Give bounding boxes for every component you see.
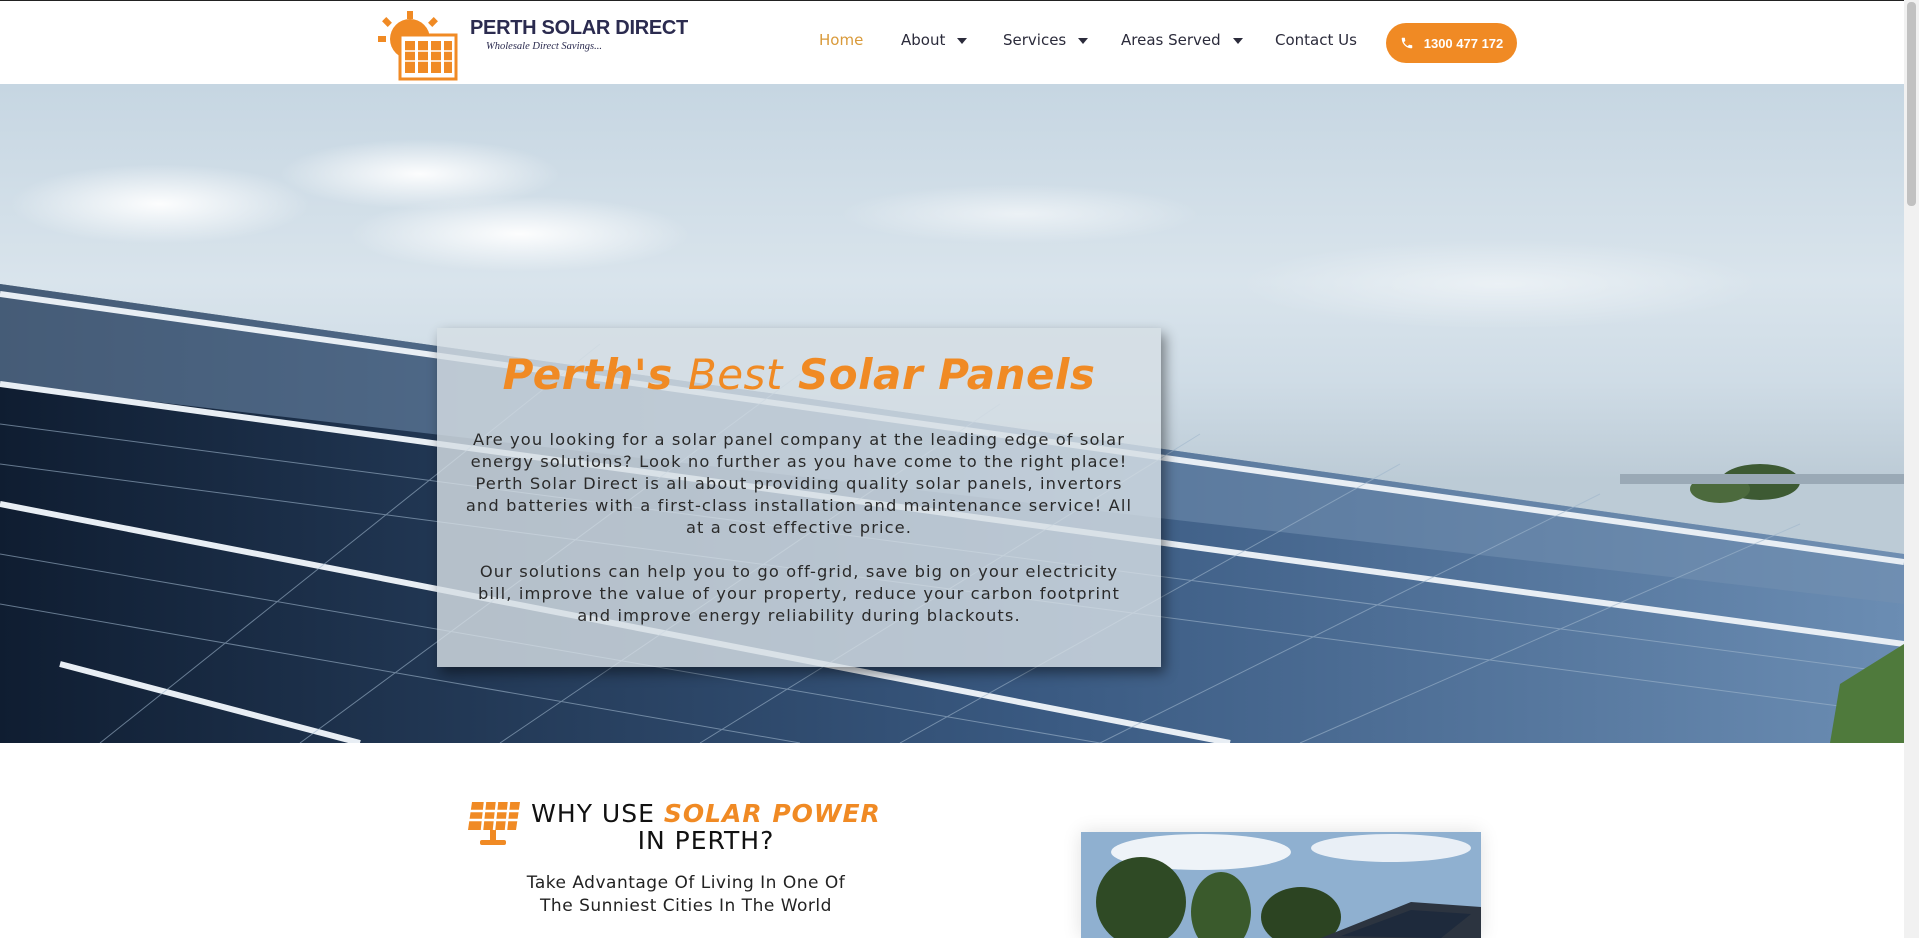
- hero-text-card: Perth's Best Solar Panels Are you lookin…: [437, 328, 1161, 667]
- phone-icon: [1401, 37, 1412, 49]
- nav-item-label: About: [901, 31, 946, 49]
- nav-item-contact-us[interactable]: Contact Us: [1275, 31, 1357, 49]
- why-title-post: IN PERTH?: [637, 826, 775, 855]
- hero-paragraph-1: Are you looking for a solar panel compan…: [465, 430, 1133, 537]
- site-header: PERTH SOLAR DIRECT Wholesale Direct Savi…: [0, 0, 1904, 84]
- main-nav: Home About Services Areas Served Contact…: [0, 1, 1904, 85]
- nav-item-areas-served[interactable]: Areas Served: [1121, 31, 1243, 49]
- why-subtitle: Take Advantage Of Living In One Of The S…: [466, 872, 906, 918]
- nav-item-home[interactable]: Home: [819, 31, 863, 49]
- nav-item-label: Services: [1003, 31, 1067, 49]
- house-solar-photo: [1081, 832, 1481, 938]
- hero-title-part2: Best: [687, 350, 783, 399]
- why-subtitle-line1: Take Advantage Of Living In One Of: [526, 873, 846, 893]
- why-solar-section: WHY USE SOLAR POWER IN PERTH? Take Advan…: [466, 800, 906, 918]
- chevron-down-icon: [957, 38, 968, 44]
- nav-item-label: Contact Us: [1275, 31, 1357, 49]
- nav-item-services[interactable]: Services: [1003, 31, 1089, 49]
- solar-panel-icon: [468, 801, 520, 845]
- nav-item-label: Areas Served: [1121, 31, 1221, 49]
- phone-call-button[interactable]: 1300 477 172: [1386, 23, 1517, 63]
- scrollbar-thumb[interactable]: [1907, 2, 1916, 206]
- hero-title-part1: Perth's: [502, 350, 673, 399]
- nav-item-label: Home: [819, 31, 864, 49]
- house-photo-image: [1081, 832, 1481, 938]
- hero-title-part3: Solar Panels: [798, 350, 1096, 399]
- why-title: WHY USE SOLAR POWER IN PERTH?: [466, 800, 906, 854]
- hero-banner: Perth's Best Solar Panels Are you lookin…: [0, 84, 1904, 743]
- nav-item-about[interactable]: About: [901, 31, 968, 49]
- hero-title: Perth's Best Solar Panels: [437, 350, 1161, 399]
- chevron-down-icon: [1232, 38, 1243, 44]
- chevron-down-icon: [1078, 38, 1089, 44]
- hero-paragraph-2: Our solutions can help you to go off-gri…: [478, 562, 1120, 625]
- page-scrollbar[interactable]: [1904, 0, 1919, 938]
- phone-number: 1300 477 172: [1423, 35, 1504, 51]
- why-subtitle-line2: The Sunniest Cities In The World: [540, 896, 832, 916]
- why-title-highlight: SOLAR POWER: [663, 799, 881, 828]
- why-title-pre: WHY USE: [531, 799, 655, 828]
